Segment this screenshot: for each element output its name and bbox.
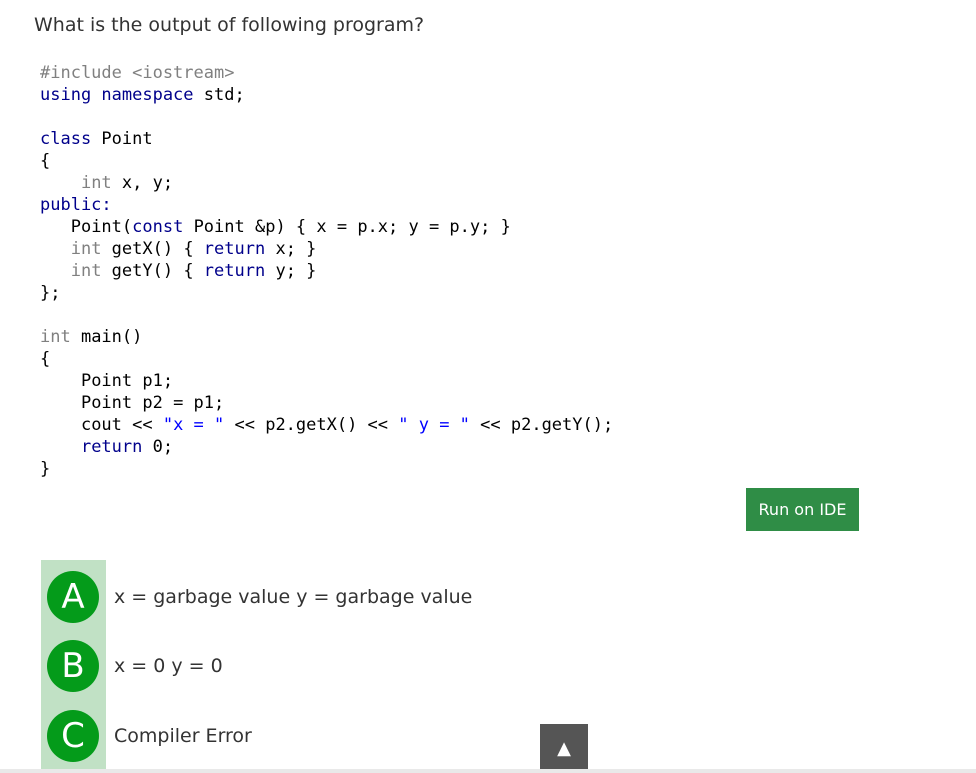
code-line: { [40, 150, 613, 172]
code-token: return [80, 437, 143, 457]
code-token: getY() { [101, 261, 204, 281]
code-token: std; [193, 85, 245, 105]
code-token: int [70, 239, 102, 259]
code-token: const [132, 217, 184, 237]
code-line: using namespace std; [40, 84, 613, 106]
code-token: int [70, 261, 102, 281]
option-b-badge[interactable]: B [47, 640, 99, 692]
code-token: << p2.getX() << [224, 415, 399, 435]
code-token: public: [40, 195, 112, 215]
code-line: int x, y; [40, 172, 613, 194]
code-token: cout << [80, 415, 163, 435]
code-token: } [40, 459, 51, 479]
code-token: Point &p) { x = p.x; y = p.y; } [183, 217, 511, 237]
code-line: int main() [40, 326, 613, 348]
option-a[interactable]: A x = garbage value y = garbage value [47, 571, 472, 623]
code-token: Point p1; [80, 371, 174, 391]
code-line: { [40, 348, 613, 370]
code-token: int [80, 173, 112, 193]
option-b[interactable]: B x = 0 y = 0 [47, 640, 223, 692]
code-token: }; [40, 283, 61, 303]
code-line: Point(const Point &p) { x = p.x; y = p.y… [40, 216, 613, 238]
code-line: public: [40, 194, 613, 216]
scroll-to-top-button[interactable]: ▲ [540, 724, 588, 773]
code-token: Point [91, 129, 153, 149]
question-text: What is the output of following program? [34, 14, 425, 36]
code-line: int getX() { return x; } [40, 238, 613, 260]
code-token: << p2.getY(); [469, 415, 614, 435]
code-token: 0; [142, 437, 174, 457]
code-token: y; } [265, 261, 317, 281]
code-token: using namespace [40, 85, 194, 105]
code-token: main() [70, 327, 143, 347]
bottom-divider [0, 769, 976, 773]
code-token: x, y; [111, 173, 174, 193]
code-line: return 0; [40, 436, 613, 458]
code-line: int getY() { return y; } [40, 260, 613, 282]
code-token: class [40, 129, 92, 149]
code-token: "x = " [162, 415, 225, 435]
code-token: getX() { [101, 239, 204, 259]
code-token: { [40, 349, 51, 369]
code-token: { [40, 151, 51, 171]
code-line: cout << "x = " << p2.getX() << " y = " <… [40, 414, 613, 436]
option-a-text[interactable]: x = garbage value y = garbage value [114, 586, 472, 608]
code-token: Point( [70, 217, 133, 237]
code-block: #include <iostream> using namespace std; c… [40, 62, 613, 480]
run-on-ide-button[interactable]: Run on IDE [746, 488, 859, 531]
option-c-badge[interactable]: C [47, 710, 99, 762]
option-a-badge[interactable]: A [47, 571, 99, 623]
code-token: int [40, 327, 71, 347]
code-token: return [203, 239, 266, 259]
option-c-text[interactable]: Compiler Error [114, 725, 252, 747]
code-token: " y = " [398, 415, 470, 435]
code-line: #include <iostream> [40, 62, 613, 84]
option-b-text[interactable]: x = 0 y = 0 [114, 655, 223, 677]
code-line: }; [40, 282, 613, 304]
arrow-up-icon: ▲ [557, 738, 571, 759]
code-line: } [40, 458, 613, 480]
code-line: Point p2 = p1; [40, 392, 613, 414]
code-line: Point p1; [40, 370, 613, 392]
code-line: class Point [40, 128, 613, 150]
code-token: return [203, 261, 266, 281]
option-c[interactable]: C Compiler Error [47, 710, 252, 762]
code-token: Point p2 = p1; [80, 393, 225, 413]
code-token: x; } [265, 239, 317, 259]
code-token: #include <iostream> [40, 63, 235, 83]
